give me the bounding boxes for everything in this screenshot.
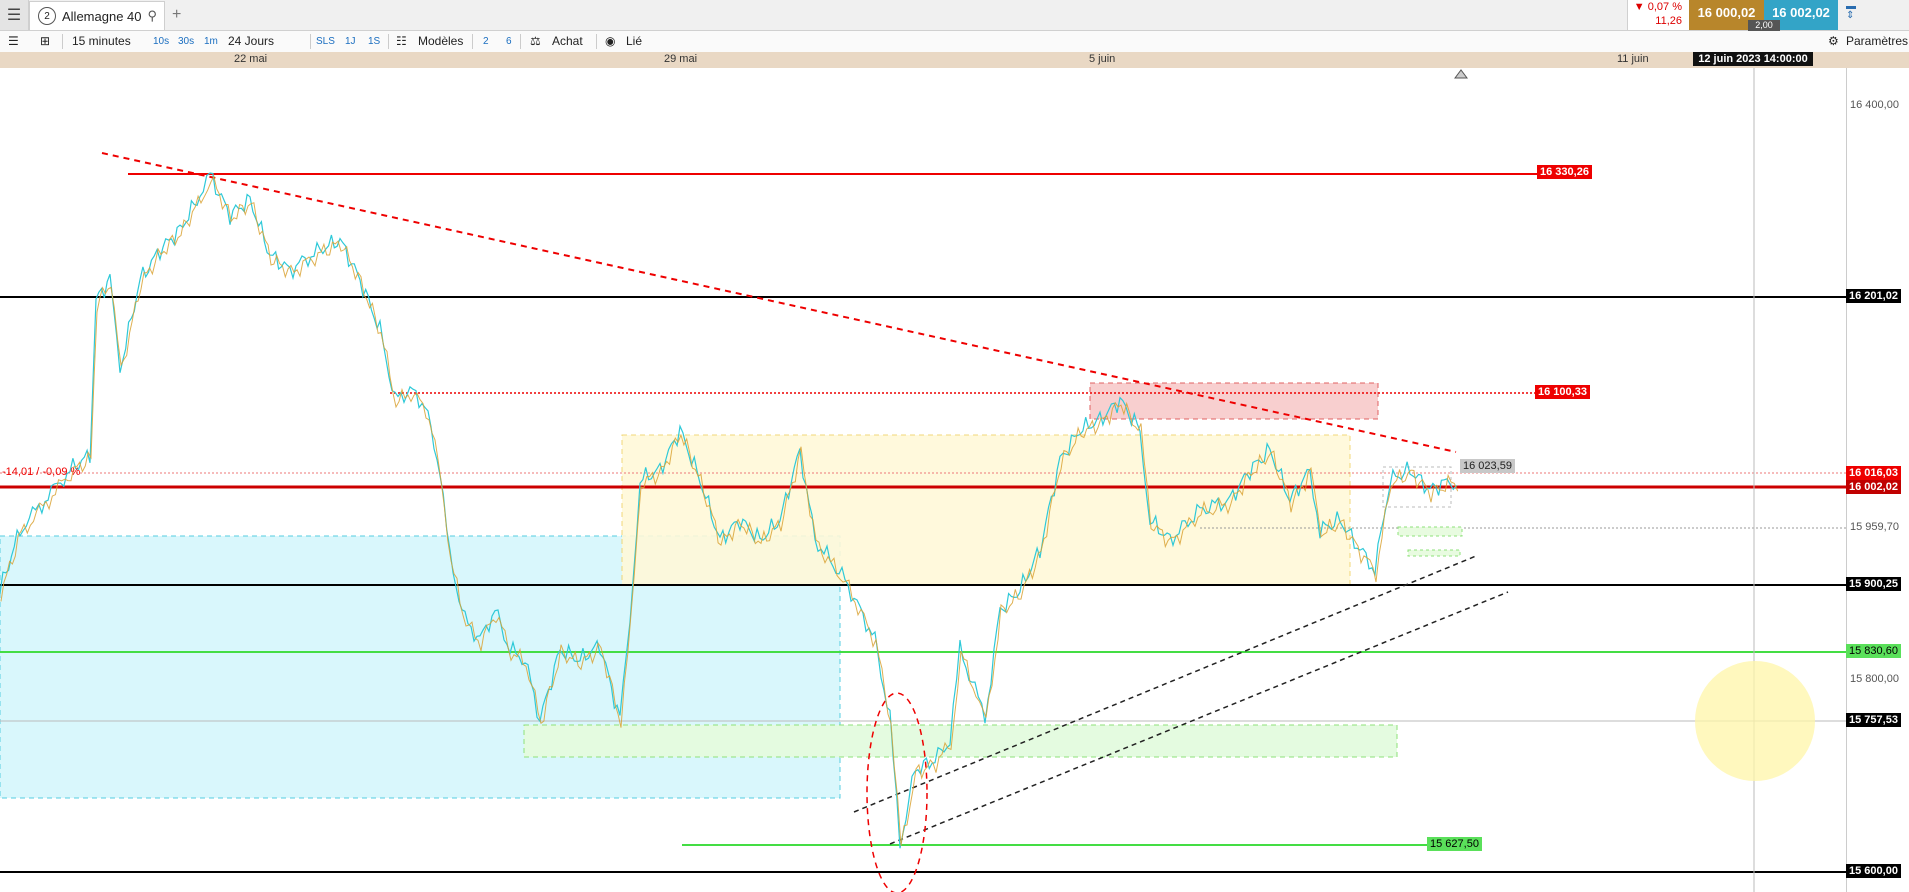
projection-box-green xyxy=(1407,549,1461,557)
search-icon[interactable]: ⚲ xyxy=(148,8,158,24)
quick-2[interactable]: 2 xyxy=(483,36,489,47)
price-badge-15757: 15 757,53 xyxy=(1846,713,1901,727)
level-label-16100[interactable]: 16 100,33 xyxy=(1535,385,1590,399)
range-zone-yellow[interactable] xyxy=(621,434,1351,586)
linked-button[interactable]: Lié xyxy=(626,34,642,48)
change-indicator: ▼ 0,07 % 11,26 xyxy=(1627,0,1690,30)
cursor-date-label: 12 juin 2023 14:00:00 xyxy=(1693,52,1813,66)
interval-10s[interactable]: 10s xyxy=(153,36,169,47)
chart-toolbar: ☰ ⊞ 15 minutes 10s 30s 1m 24 Jours SLS 1… xyxy=(0,31,1909,53)
level-label-16330[interactable]: 16 330,26 xyxy=(1537,165,1592,179)
trendline-support-1[interactable] xyxy=(853,555,1477,813)
add-tab-button[interactable]: + xyxy=(172,6,181,24)
spread-badge: 2,00 xyxy=(1748,20,1780,31)
buy-button[interactable]: Achat xyxy=(552,34,583,48)
scroll-marker-icon[interactable] xyxy=(1454,69,1468,79)
date-label: 11 juin xyxy=(1617,53,1649,65)
time-axis: 22 mai 29 mai 5 juin 11 juin xyxy=(0,52,1909,68)
level-label-16023[interactable]: 16 023,59 xyxy=(1460,459,1515,473)
ask-price: 16 002,02 xyxy=(1772,5,1830,20)
price-badge-16201: 16 201,02 xyxy=(1846,289,1901,303)
models-button[interactable]: Modèles xyxy=(418,34,463,48)
mode-sls[interactable]: SLS xyxy=(316,36,335,47)
top-bar: ☰ 2 Allemagne 40 ⚲ + ▼ 0,07 % 11,26 16 0… xyxy=(0,0,1909,31)
period-select[interactable]: 24 Jours xyxy=(228,34,274,48)
interval-30s[interactable]: 30s xyxy=(178,36,194,47)
models-icon[interactable]: ☷ xyxy=(396,34,407,48)
change-pct: ▼ 0,07 % xyxy=(1633,1,1682,13)
date-label: 29 mai xyxy=(664,53,698,65)
mode-1j[interactable]: 1J xyxy=(345,36,356,47)
move-down-icon[interactable]: ⇕ xyxy=(1846,10,1854,21)
trendline-resistance[interactable] xyxy=(101,152,1457,453)
eye-icon[interactable]: ◉ xyxy=(605,34,615,48)
interval-1m[interactable]: 1m xyxy=(204,36,218,47)
change-abs: 11,26 xyxy=(1655,15,1682,27)
mode-1s[interactable]: 1S xyxy=(368,36,380,47)
hamburger-icon[interactable]: ☰ xyxy=(0,0,29,30)
price-tick: 15 800,00 xyxy=(1850,673,1899,685)
gear-icon[interactable]: ⚙ xyxy=(1828,34,1839,48)
layout-icon[interactable]: ⊞ xyxy=(40,34,50,48)
window-controls[interactable]: ▬ ⇕ xyxy=(1846,2,1906,28)
list-icon[interactable]: ☰ xyxy=(8,34,19,48)
quick-6[interactable]: 6 xyxy=(506,36,512,47)
buy-icon[interactable]: ⚖ xyxy=(530,34,541,48)
price-chart[interactable] xyxy=(0,68,1846,892)
support-zone-green[interactable] xyxy=(523,724,1398,758)
variation-label: -14,01 / -0,09 % xyxy=(2,466,81,478)
date-label: 5 juin xyxy=(1089,53,1116,65)
level-label-15627[interactable]: 15 627,50 xyxy=(1427,837,1482,851)
price-badge-15600: 15 600,00 xyxy=(1846,864,1901,878)
projection-box-green xyxy=(1397,526,1463,537)
last-price-badge: 16 002,02 xyxy=(1846,480,1901,494)
instrument-tab[interactable]: 2 Allemagne 40 ⚲ xyxy=(29,1,165,30)
resistance-zone-red[interactable] xyxy=(1089,382,1379,420)
price-tick: 16 400,00 xyxy=(1850,99,1899,111)
settings-button[interactable]: Paramètres xyxy=(1846,34,1908,48)
price-badge-15900: 15 900,25 xyxy=(1846,577,1901,591)
price-badge-15959: 15 959,70 xyxy=(1850,521,1899,533)
cursor-highlight xyxy=(1695,661,1815,781)
instrument-name: Allemagne 40 xyxy=(62,8,142,24)
trendline-support-2[interactable] xyxy=(889,591,1509,845)
price-badge-16016: 16 016,03 xyxy=(1846,466,1901,480)
price-badge-15830: 15 830,60 xyxy=(1846,644,1901,658)
bid-price: 16 000,02 xyxy=(1697,5,1756,20)
date-label: 22 mai xyxy=(234,53,268,65)
instrument-number: 2 xyxy=(38,7,56,25)
timeframe-select[interactable]: 15 minutes xyxy=(72,34,131,48)
